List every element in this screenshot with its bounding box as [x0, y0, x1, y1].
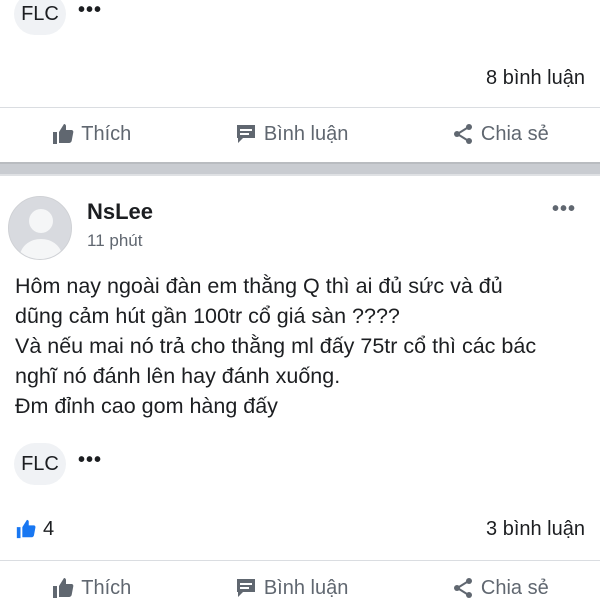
post2-divider	[0, 560, 600, 561]
share-label: Chia sẻ	[480, 576, 549, 599]
chat-bubble-icon	[236, 125, 255, 143]
post2-tag-more-icon[interactable]: •••	[78, 450, 102, 478]
post2-timestamp[interactable]: 11 phút	[87, 231, 142, 251]
post2-actions: Thích Bình luận Chia sẻ	[0, 572, 600, 600]
post2-more-options-icon[interactable]: •••	[552, 198, 576, 221]
like-label: Thích	[81, 122, 132, 145]
chat-bubble-icon	[236, 579, 255, 597]
post2-likes[interactable]: 4	[15, 518, 54, 541]
post2-tag-flc[interactable]: FLC	[14, 443, 66, 485]
post2-body: Hôm nay ngoài đàn em thằng Q thì ai đủ s…	[15, 271, 590, 421]
feed-separator	[0, 162, 600, 176]
like-label: Thích	[81, 576, 132, 599]
post1-tag-more-icon[interactable]: •••	[78, 0, 102, 28]
post1-share-button[interactable]: Chia sẻ	[451, 122, 549, 146]
post1-comments-count[interactable]: 8 bình luận	[486, 67, 585, 90]
post1-stats-row: 8 bình luận	[0, 64, 600, 92]
post1-comment-button[interactable]: Bình luận	[234, 122, 349, 146]
post1-actions: Thích Bình luận Chia sẻ	[0, 118, 600, 150]
post2-body-line: Đm đỉnh cao gom hàng đấy	[15, 394, 278, 418]
share-icon	[453, 124, 472, 144]
blue-like-badge-icon	[16, 519, 36, 539]
post2-body-line: nghĩ nó đánh lên hay đánh xuống.	[15, 364, 341, 388]
comment-label: Bình luận	[263, 576, 349, 599]
post2-stats-row: 4 3 bình luận	[0, 514, 600, 544]
post2-share-button[interactable]: Chia sẻ	[451, 576, 549, 600]
post2-body-line: Hôm nay ngoài đàn em thằng Q thì ai đủ s…	[15, 274, 503, 298]
thumbs-up-icon	[53, 578, 74, 598]
post2-author-name[interactable]: NsLee	[87, 199, 153, 225]
avatar[interactable]	[8, 196, 72, 260]
post2-likes-count: 4	[43, 517, 55, 540]
post1-tag-flc[interactable]: FLC	[14, 0, 66, 35]
post1-like-button[interactable]: Thích	[51, 122, 131, 146]
post2-comment-button[interactable]: Bình luận	[234, 576, 349, 600]
default-avatar-icon	[9, 197, 71, 259]
share-icon	[453, 578, 472, 598]
post1-tag-row: FLC •••	[14, 0, 102, 35]
post1-divider	[0, 107, 600, 108]
post2-comments-count[interactable]: 3 bình luận	[486, 518, 585, 541]
comment-label: Bình luận	[263, 122, 349, 145]
share-label: Chia sẻ	[480, 122, 549, 145]
post2-like-button[interactable]: Thích	[51, 576, 131, 600]
thumbs-up-icon	[53, 124, 74, 144]
post2-body-line: Và nếu mai nó trả cho thằng ml đấy 75tr …	[15, 334, 537, 358]
post2-body-line: dũng cảm hút gần 100tr cổ giá sàn ????	[15, 304, 400, 328]
post2-tag-row: FLC •••	[14, 443, 102, 485]
